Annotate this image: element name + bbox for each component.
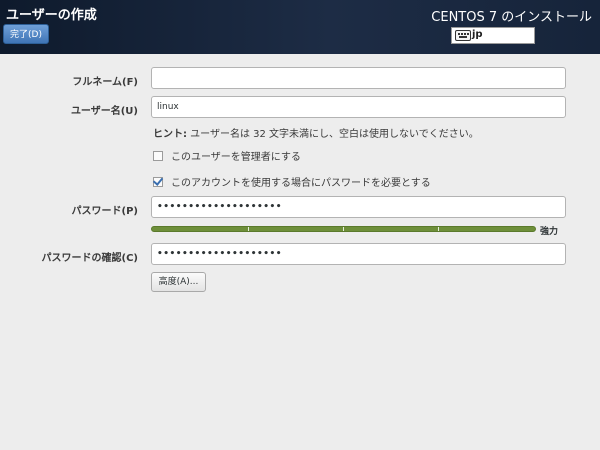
keyboard-layout-indicator[interactable]: jp — [451, 27, 535, 44]
require-password-checkbox[interactable] — [153, 177, 163, 187]
keyboard-layout-label: jp — [472, 29, 483, 40]
fullname-label: フルネーム(F) — [72, 77, 138, 88]
require-password-checkbox-row[interactable]: このアカウントを使用する場合にパスワードを必要とする — [153, 174, 431, 189]
username-hint: ヒント: ユーザー名は 32 文字未満にし、空白は使用しないでください。 — [153, 125, 479, 140]
password-strength-label: 強力 — [540, 227, 559, 237]
password-label: パスワード(P) — [71, 206, 138, 217]
done-button[interactable]: 完了(D) — [3, 24, 49, 44]
confirm-password-field[interactable] — [151, 243, 566, 265]
header-bar: ユーザーの作成 完了(D) CENTOS 7 のインストール jp — [0, 0, 600, 54]
hint-prefix: ヒント: — [153, 129, 187, 140]
keyboard-icon — [455, 30, 471, 41]
hint-text: ユーザー名は 32 文字未満にし、空白は使用しないでください。 — [187, 129, 479, 140]
password-strength-bar — [151, 226, 536, 232]
admin-checkbox-row[interactable]: このユーザーを管理者にする — [153, 148, 301, 163]
confirm-password-label: パスワードの確認(C) — [41, 253, 138, 264]
page-title: ユーザーの作成 — [6, 8, 97, 23]
product-title: CENTOS 7 のインストール — [431, 10, 592, 25]
password-field[interactable] — [151, 196, 566, 218]
admin-checkbox-label: このユーザーを管理者にする — [171, 152, 301, 163]
fullname-field[interactable] — [151, 67, 566, 89]
advanced-button[interactable]: 高度(A)... — [151, 272, 206, 292]
require-password-checkbox-label: このアカウントを使用する場合にパスワードを必要とする — [171, 178, 431, 189]
admin-checkbox[interactable] — [153, 151, 163, 161]
username-label: ユーザー名(U) — [70, 106, 138, 117]
username-field[interactable] — [151, 96, 566, 118]
